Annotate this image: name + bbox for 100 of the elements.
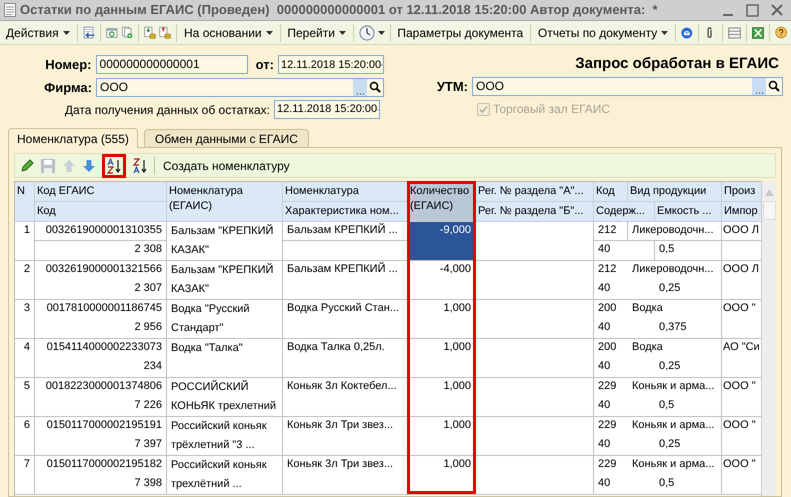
table-cell: 0018223000001374806 <box>35 378 167 397</box>
table-cell-text: 200 <box>597 301 618 316</box>
table-cell-text: 229 <box>597 379 618 394</box>
table-cell: 0,375 <box>655 319 722 338</box>
table-cell: 0150117000002195191 <box>35 417 167 436</box>
table-cell: 2 308 <box>35 241 167 260</box>
column-header[interactable]: Код <box>35 202 167 222</box>
table-cell-text: 200 <box>597 340 618 355</box>
column-header[interactable]: Номенклатура <box>283 182 408 202</box>
firm-field[interactable]: ООО <box>96 78 384 97</box>
pencil-icon[interactable] <box>20 158 34 172</box>
maximize-icon[interactable] <box>746 4 759 16</box>
window-title: Остатки по данным ЕГАИС (Проведен) 000000000000001 от 12.11.2018 15:20:00 Автор документа: * <box>20 1 659 20</box>
tab[interactable]: Обмен данными с ЕГАИС <box>144 129 309 147</box>
table-cell: 5 <box>15 378 35 416</box>
table-cell-text: 229 <box>597 457 618 472</box>
table-cell: Ликероводочн... <box>628 261 722 280</box>
table-cell-text: 40 <box>597 281 612 296</box>
quantity-cell: 1,000 <box>408 417 476 455</box>
table-cell: 0032619000001310355 <box>35 222 167 241</box>
column-header[interactable]: Произ <box>722 182 762 202</box>
table-cell: 0,5 <box>655 241 722 260</box>
ellipsis-icon[interactable] <box>356 92 364 96</box>
table-cell: Водка "Талка" <box>167 339 283 377</box>
column-header[interactable]: Рег. № раздела "Б"... <box>476 202 594 222</box>
field-label: Номер: <box>44 56 92 74</box>
tab[interactable]: Номенклатура (555) <box>8 128 138 148</box>
column-header[interactable]: Рег. № раздела "А"... <box>476 182 594 202</box>
copy-add-icon[interactable] <box>120 24 133 41</box>
table-cell: Коньяк и арма... <box>628 378 722 397</box>
toolbar-button[interactable]: На основании <box>182 22 275 42</box>
toolbar-button[interactable]: Действия <box>4 22 72 42</box>
list-icon[interactable] <box>728 24 741 40</box>
create-button[interactable]: Создать номенклатуру <box>161 156 292 174</box>
ellipsis-icon[interactable] <box>755 90 763 95</box>
close-icon[interactable] <box>771 4 783 16</box>
sort-descending-icon[interactable] <box>132 158 148 174</box>
help-icon[interactable] <box>774 24 787 41</box>
table-cell: Коньяк и арма... <box>628 417 722 436</box>
table-cell-text: 40 <box>597 320 612 335</box>
history-button[interactable] <box>358 22 385 42</box>
search-icon[interactable] <box>768 80 780 92</box>
table-cell: Бальзам КРЕПКИЙ ... <box>283 222 408 241</box>
column-header[interactable]: N <box>15 182 35 222</box>
sort-ascending-icon[interactable] <box>102 154 126 178</box>
table-cell: 212 <box>594 222 628 241</box>
scrollbar[interactable] <box>761 181 776 496</box>
quantity-cell: -9,000 <box>408 222 476 260</box>
table-cell: 0,25 <box>655 436 722 455</box>
table-cell-text: 212 <box>597 262 618 277</box>
envelope-icon[interactable] <box>681 24 693 40</box>
table-cell: 0150117000002195182 <box>35 456 167 475</box>
quantity-cell: -4,000 <box>408 261 476 299</box>
quantity-cell: 1,000 <box>408 378 476 416</box>
document-icon <box>4 3 16 17</box>
date-field[interactable]: 12.11.2018 15:20:00 <box>278 55 384 74</box>
quantity-cell: 1,000 <box>408 339 476 377</box>
table-cell: 7 398 <box>35 475 167 494</box>
table-cell: Российский коньяк трехлётний ... <box>167 456 283 494</box>
table-cell: 4 <box>15 339 35 377</box>
caret-icon <box>378 30 385 34</box>
table-cell: Коньяк 3л Три звез... <box>283 417 408 436</box>
table-cell: 7 397 <box>35 436 167 455</box>
table-cell: Бальзам "КРЕПКИЙ КАЗАК" <box>167 261 283 299</box>
table-cell: 0,25 <box>655 358 722 377</box>
number-field[interactable]: 000000000000001 <box>96 55 248 74</box>
column-header[interactable]: Код <box>594 182 628 202</box>
column-header[interactable]: Характеристика ном... <box>283 202 408 222</box>
column-header[interactable]: Код ЕГАИС <box>35 182 167 202</box>
table-cell: Бальзам КРЕПКИЙ ... <box>283 261 408 280</box>
table-cell: 2 <box>15 261 35 299</box>
utm-field[interactable]: ООО <box>472 76 783 96</box>
table-cell: Водка Русский Стан... <box>283 300 408 319</box>
checkbox-label: Торговый зал ЕГАИС <box>493 101 610 118</box>
table-cell: 0017810000001186745 <box>35 300 167 319</box>
column-header[interactable]: Номенклатура (ЕГАИС) <box>167 182 283 222</box>
field-label: Дата получения данных об остатках: <box>64 102 270 118</box>
column-header[interactable]: Вид продукции <box>628 182 722 202</box>
down-arrow-icon[interactable] <box>82 158 96 172</box>
field-label: Фирма: <box>43 78 92 97</box>
table-cell: Российский коньяк трёхлетний "3 ... <box>167 417 283 455</box>
quantity-cell: 1,000 <box>408 456 476 494</box>
table-cell: 6 <box>15 417 35 455</box>
table-cell: Коньяк 3л Коктебел... <box>283 378 408 397</box>
table-cell: 1 <box>15 222 35 260</box>
scroll-thumb[interactable] <box>762 201 776 220</box>
spreadsheet-icon[interactable] <box>752 24 764 40</box>
table-cell: 0,25 <box>655 280 722 299</box>
column-header[interactable]: Импор <box>722 202 762 222</box>
date-field[interactable]: 12.11.2018 15:20:00 <box>274 100 380 119</box>
search-icon[interactable] <box>369 81 381 94</box>
toolbar-button[interactable]: Перейти <box>285 22 348 42</box>
clock-icon <box>358 24 375 40</box>
toolbar-button[interactable]: Отчеты по документу <box>536 22 670 42</box>
column-header[interactable]: Содерж... <box>594 202 655 222</box>
table-cell: 2 956 <box>35 319 167 338</box>
table-cell: Водка "Русский Стандарт" <box>167 300 283 338</box>
paperclip-icon[interactable] <box>707 24 714 40</box>
toolbar-button[interactable]: Параметры документа <box>395 22 526 42</box>
column-header[interactable]: Емкость ... <box>655 202 722 222</box>
